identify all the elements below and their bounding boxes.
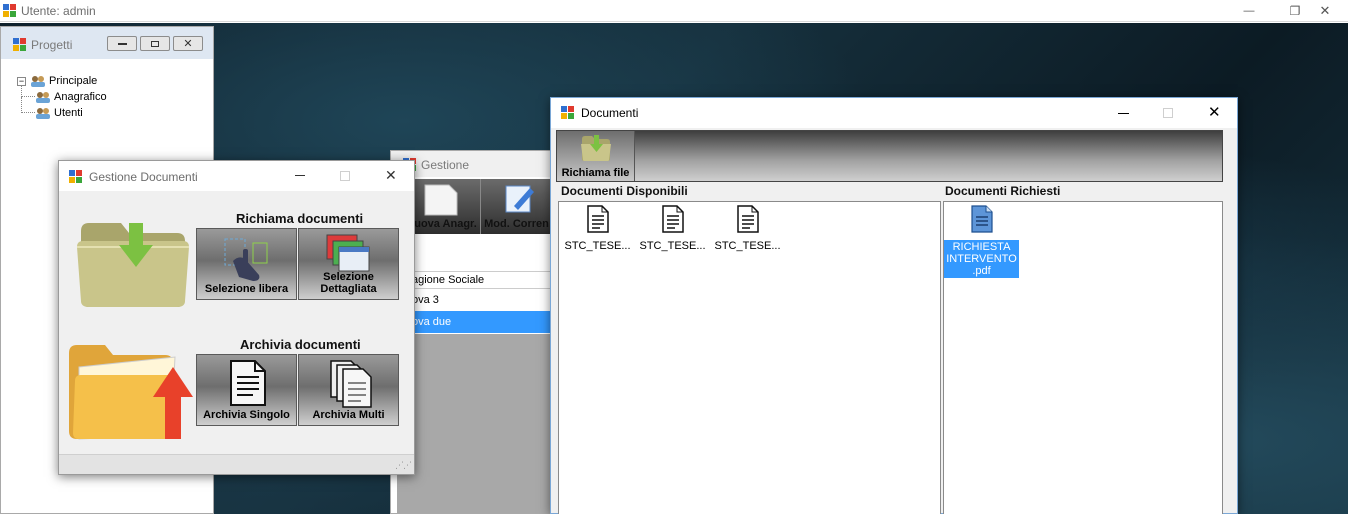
tree-line [21,85,35,97]
tree-line [21,97,35,113]
restore-icon: ❐ [1289,4,1301,18]
archivia-documenti-title: Archivia documenti [240,337,361,352]
tree-node-utenti[interactable]: Utenti [17,97,107,121]
file-item-selected[interactable]: RICHIESTA INTERVENTO .pdf [944,205,1019,278]
app-icon [3,4,17,21]
tool-label: uova Anagr. [414,218,477,230]
documenti-title: Documenti [581,106,639,120]
progetti-titlebar[interactable]: Progetti ✕ [1,27,213,59]
window-stack-icon [325,233,375,276]
documenti-richiesti-list[interactable]: RICHIESTA INTERVENTO .pdf [943,201,1223,514]
tree-node-label: Anagrafico [54,91,107,103]
file-item[interactable]: STC_TESE... [635,205,710,252]
documenti-toolbar: Richiama file [556,130,1223,182]
gestione-documenti-window: Gestione Documenti ✕ Richiama documenti … [58,160,415,475]
minimize-icon[interactable] [295,175,305,176]
project-tree[interactable]: − Principale Anagrafico Utenti [17,73,107,121]
table-row[interactable]: ova 3 [391,289,559,311]
gestione-toolbar: uova Anagr. Mod. Corren [391,179,559,234]
selezione-dettagliata-button[interactable]: Selezione Dettagliata [298,228,399,300]
tree-node-label: Utenti [54,107,83,119]
maximize-icon[interactable] [1163,108,1173,118]
archivia-multi-button[interactable]: Archivia Multi [298,354,399,426]
gestione-window: Gestione uova Anagr. Mod. Corren agione … [390,150,560,514]
modifica-corrente-button[interactable]: Mod. Corren [482,179,552,234]
grid-empty-area [397,334,559,513]
new-document-icon [423,183,459,220]
documents-stack-icon [329,359,373,412]
gestione-documenti-titlebar[interactable]: Gestione Documenti ✕ [59,161,414,191]
folder-download-icon [580,133,612,166]
table-row-selected[interactable]: ova due [391,311,559,333]
close-icon: ✕ [1319,3,1331,18]
close-icon[interactable]: ✕ [1208,103,1221,121]
archivia-singolo-button[interactable]: Archivia Singolo [196,354,297,426]
file-name: STC_TESE... [714,240,781,252]
progetti-minimize-button[interactable] [107,36,137,51]
document-blue-icon [970,205,993,236]
users-group-icon [35,91,51,103]
documenti-window: Documenti ✕ Richiama file Documenti Disp… [550,97,1238,514]
file-name: STC_TESE... [639,240,706,252]
tree-node-label: Principale [49,75,98,87]
maximize-icon[interactable] [340,171,350,181]
minimize-icon[interactable] [1118,113,1129,114]
app-title: Utente: admin [21,4,96,18]
window-icon [13,38,26,54]
documenti-titlebar[interactable]: Documenti ✕ [551,98,1237,128]
gestione-documenti-title: Gestione Documenti [89,170,198,184]
grid-header-ragione-sociale[interactable]: agione Sociale [391,271,559,289]
close-icon: ✕ [183,38,193,50]
gestione-titlebar[interactable]: Gestione [391,151,559,177]
resize-grip-icon[interactable]: ⋰⋰ [395,460,412,471]
button-label: Archivia Singolo [203,409,290,421]
app-minimize-button[interactable]: — [1226,0,1272,22]
folder-download-icon [73,211,193,314]
selezione-libera-button[interactable]: Selezione libera [196,228,297,300]
file-item[interactable]: STC_TESE... [710,205,785,252]
document-icon [586,205,609,236]
folder-upload-icon [65,339,195,448]
documenti-disponibili-list[interactable]: STC_TESE... STC_TESE... STC_TESE... [558,201,941,514]
restore-icon [151,40,159,47]
button-label: Richiama file [561,167,630,179]
file-name: STC_TESE... [564,240,631,252]
window-icon [69,170,82,186]
documenti-disponibili-title: Documenti Disponibili [561,184,688,198]
app-close-button[interactable]: ✕ [1302,0,1348,22]
richiama-file-button[interactable]: Richiama file [557,131,635,181]
edit-document-icon [504,182,536,219]
gestione-title: Gestione [421,158,470,172]
document-icon [661,205,684,236]
app-titlebar: Utente: admin — ❐ ✕ [0,0,1348,22]
documenti-richiesti-title: Documenti Richiesti [945,184,1061,198]
progetti-close-button[interactable]: ✕ [173,36,203,51]
file-name: RICHIESTA INTERVENTO .pdf [944,240,1019,278]
tool-label: Mod. Corren [484,218,549,230]
document-icon [736,205,759,236]
users-group-icon [35,107,51,119]
progetti-restore-button[interactable] [140,36,170,51]
button-label: Selezione libera [204,283,289,295]
minimize-icon: — [1243,5,1255,17]
button-label: Archivia Multi [312,409,385,421]
nuova-anagrafica-button[interactable]: uova Anagr. [411,179,481,234]
close-icon[interactable]: ✕ [385,167,397,184]
minimize-icon [117,42,127,45]
status-bar: ⋰⋰ [59,454,414,474]
richiama-documenti-title: Richiama documenti [236,211,364,226]
hand-select-icon [219,235,277,286]
progetti-title: Progetti [31,38,73,52]
file-item[interactable]: STC_TESE... [560,205,635,252]
document-icon [229,359,267,410]
button-label: Selezione Dettagliata [320,271,377,295]
window-icon [561,106,574,122]
